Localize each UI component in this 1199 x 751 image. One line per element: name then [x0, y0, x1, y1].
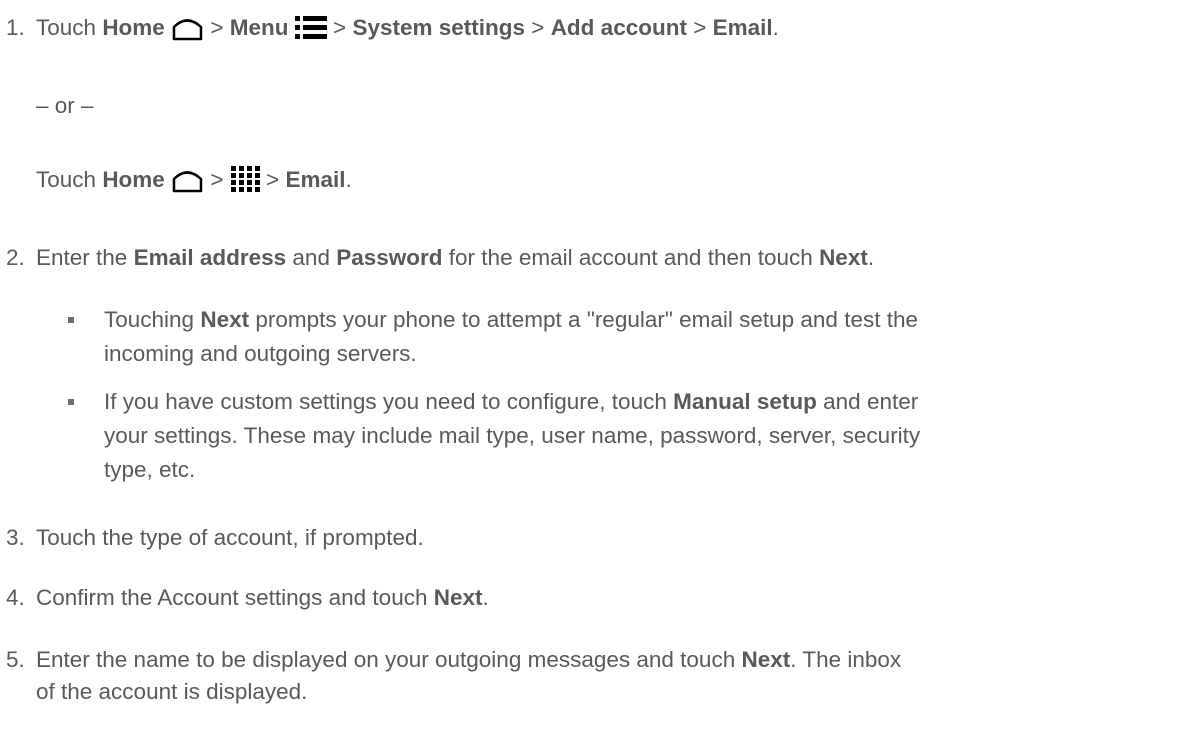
password-label: Password: [336, 245, 443, 270]
menu-label: Menu: [229, 15, 289, 40]
step-number: 2.: [6, 245, 25, 270]
step-5-line-2: of the account is displayed.: [36, 679, 308, 704]
step-1: 1. Touch Home > Menu > System settings > …: [0, 13, 779, 49]
bullet-2-line-1: If you have custom settings you need to …: [104, 387, 918, 417]
bullet-text: and enter: [823, 389, 919, 414]
home-label: Home: [102, 15, 165, 40]
step-text: . The inbox: [790, 647, 902, 672]
next-label: Next: [819, 245, 868, 270]
separator: >: [531, 15, 545, 40]
manual-setup-label: Manual setup: [673, 389, 817, 414]
step-text: Enter the: [36, 245, 128, 270]
home-label: Home: [102, 167, 165, 192]
step-text: Confirm the Account settings and touch: [36, 585, 428, 610]
step-1-alt: Touch Home > > Email.: [36, 165, 352, 201]
apps-grid-icon: [230, 165, 260, 201]
separator: >: [210, 167, 224, 192]
next-label: Next: [200, 307, 250, 332]
period: .: [867, 245, 875, 270]
step-3: 3. Touch the type of account, if prompted…: [0, 523, 424, 553]
step-text: Touch the type of account, if prompted.: [36, 525, 424, 550]
separator: >: [210, 15, 224, 40]
bullet-text: prompts your phone to attempt a "regular…: [255, 307, 918, 332]
step-text: Touch: [36, 15, 97, 40]
bullet-1-line-1: Touching Next prompts your phone to atte…: [104, 305, 918, 335]
bullet-1-line-2: incoming and outgoing servers.: [104, 341, 417, 366]
separator: >: [693, 15, 707, 40]
separator: >: [266, 167, 280, 192]
step-text: for the email account and then touch: [448, 245, 813, 270]
step-5-line-1: 5. Enter the name to be displayed on your…: [0, 645, 901, 675]
step-text: Enter the name to be displayed on your o…: [36, 647, 736, 672]
step-text: Touch: [36, 167, 97, 192]
bullet-marker: [68, 399, 74, 405]
bullet-2-line-2: your settings. These may include mail ty…: [104, 423, 921, 448]
system-settings-label: System settings: [352, 15, 526, 40]
step-text: and: [292, 245, 330, 270]
email-label: Email: [712, 15, 773, 40]
step-number: 1.: [6, 15, 25, 40]
bullet-marker: [68, 317, 74, 323]
next-label: Next: [741, 647, 791, 672]
or-separator: – or –: [36, 93, 94, 118]
step-number: 3.: [6, 525, 25, 550]
email-label: Email: [285, 167, 346, 192]
menu-icon: [294, 15, 327, 49]
step-number: 5.: [6, 647, 25, 672]
home-icon: [171, 168, 204, 201]
step-2: 2. Enter the Email address and Password f…: [0, 243, 874, 273]
bullet-2-line-3: type, etc.: [104, 457, 196, 482]
step-number: 4.: [6, 585, 25, 610]
add-account-label: Add account: [550, 15, 687, 40]
next-label: Next: [433, 585, 483, 610]
email-address-label: Email address: [133, 245, 287, 270]
bullet-text: If you have custom settings you need to …: [104, 389, 667, 414]
step-4: 4. Confirm the Account settings and touch…: [0, 583, 489, 613]
home-icon: [171, 16, 204, 49]
period: .: [482, 585, 489, 610]
separator: >: [333, 15, 347, 40]
period: .: [345, 167, 352, 192]
period: .: [772, 15, 779, 40]
bullet-text: Touching: [104, 307, 195, 332]
